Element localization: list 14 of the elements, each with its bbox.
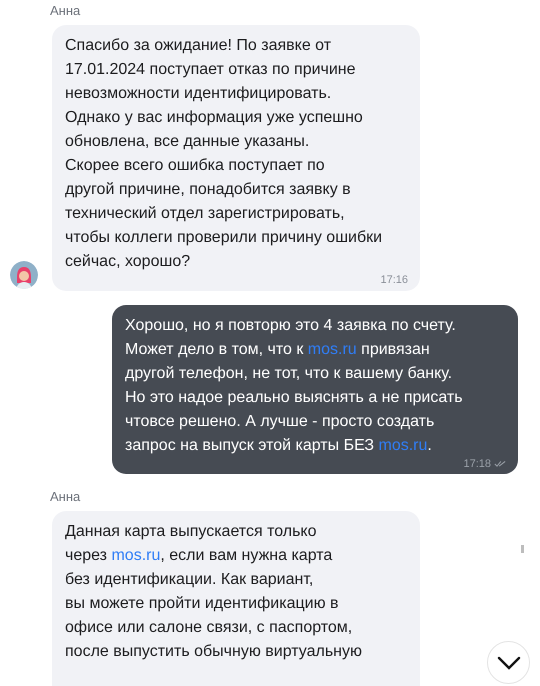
scrollbar-thumb[interactable] [521,545,524,553]
link[interactable]: mos.ru [378,437,428,454]
message-text: Хорошо, но я повторю это 4 заявка по счету. Может дело в том, что к mos.ru привязан другой телефон, не тот, что к вашему банку. Но это надое реально выяснять а не присать чтовсе решено. А лучше - просто создать запрос на выпуск этой карты БЕЗ mos.ru. [125,316,464,456]
link[interactable]: mos.ru [111,547,160,564]
message-time: 17:18 [463,458,491,470]
chevron-down-icon [496,656,520,670]
message-text: Спасибо за ожидание! По заявке от 17.01.2024 поступает отказ по причине невозможности идентифицировать. Однако у вас информация уже успешно обновлена, все данные указаны. Скорее всего ошибка поступает по другой причине, понадобится заявку в технический отдел зарегистрировать, чтобы коллеги проверили причину ошибки сейчас, хорошо? [65,36,384,272]
link[interactable]: mos.ru [308,341,357,358]
scroll-down-button[interactable] [487,641,530,684]
message-time: 17:16 [380,274,408,286]
message-text: Данная карта выпускается только через mos.ru, если вам нужна карта без идентификации. Как вариант, вы можете пройти идентификацию в офисе или салоне связи, с паспортом, после выпустить обычную виртуальную [65,522,363,662]
sender-name: Анна [50,3,82,19]
avatar-icon[interactable] [10,261,38,289]
sender-name: Анна [50,489,82,505]
